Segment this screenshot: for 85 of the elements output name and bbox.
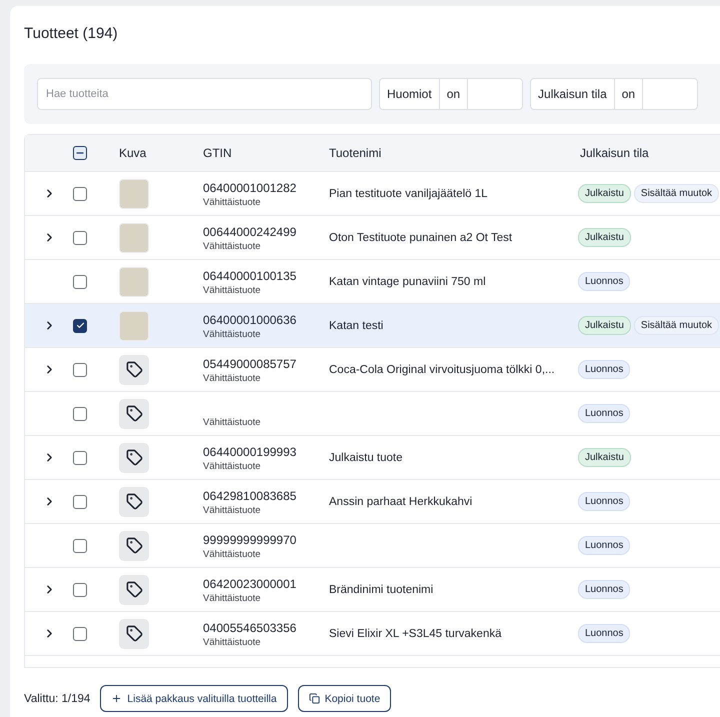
search-field[interactable]: Hae tuotteita <box>37 78 372 110</box>
status-badge: Julkaistu <box>578 228 631 247</box>
tag-icon <box>119 574 149 604</box>
row-checkbox[interactable] <box>73 582 87 596</box>
product-name: Oton Testituote punainen a2 Ot Test <box>329 232 512 244</box>
product-type: Vähittäistuote <box>203 328 262 342</box>
status-badge: Julkaistu <box>578 184 631 203</box>
select-all-checkbox[interactable] <box>73 146 87 160</box>
row-checkbox[interactable] <box>73 362 87 376</box>
gtin-text: 99999999999970 <box>203 532 298 548</box>
product-name: Katan vintage punaviini 750 ml <box>329 276 486 288</box>
photo-placeholder <box>119 222 149 252</box>
row-checkbox[interactable] <box>73 626 87 640</box>
product-name: Sievi Elixir XL +S3L45 turvakenkä <box>329 628 502 640</box>
copy-icon <box>308 693 320 704</box>
tag-icon <box>119 486 149 516</box>
status-badge: Luonnos <box>578 580 630 599</box>
product-type: Vähittäistuote <box>203 592 262 606</box>
product-type: Vähittäistuote <box>203 460 262 474</box>
column-header[interactable]: Kuva <box>119 146 146 160</box>
column-header[interactable]: Julkaisun tila <box>580 146 649 160</box>
filter-field[interactable]: Julkaisun tila on <box>530 78 698 110</box>
product-type: Vähittäistuote <box>203 548 262 562</box>
photo-placeholder <box>119 266 149 296</box>
status-badge: Luonnos <box>578 492 630 511</box>
column-header[interactable]: Tuotenimi <box>329 146 382 160</box>
photo-placeholder <box>119 178 149 208</box>
plus-icon <box>111 693 122 704</box>
gtin-text: 06440000199993 <box>203 444 298 460</box>
gtin-text: 06400001001282 <box>203 180 298 196</box>
gtin-text: 06429810083685 <box>203 488 298 504</box>
tag-icon <box>119 442 149 472</box>
product-name: Brändinimi tuotenimi <box>329 584 434 596</box>
product-name: Katan testi <box>329 320 384 332</box>
row-checkbox[interactable] <box>73 186 87 200</box>
gtin-text: 04005546503356 <box>203 620 298 636</box>
product-name: Anssin parhaat Herkkukahvi <box>329 496 472 508</box>
tag-icon <box>119 354 149 384</box>
row-checkbox[interactable] <box>73 230 87 244</box>
photo-placeholder <box>119 310 149 340</box>
product-type: Vähittäistuote <box>203 636 262 650</box>
product-type: Vähittäistuote <box>203 504 262 518</box>
status-badge: Sisältää muutok <box>634 184 720 203</box>
gtin-text: 06400001000636 <box>203 312 298 328</box>
filter-label: Huomiot <box>380 79 440 109</box>
status-badge: Luonnos <box>578 404 630 423</box>
page-title: Tuotteet (194) <box>24 24 119 44</box>
row-checkbox[interactable] <box>73 538 87 552</box>
column-header[interactable]: GTIN <box>203 146 232 160</box>
check-icon <box>76 321 84 330</box>
row-checkbox[interactable] <box>73 494 87 508</box>
filter-operator: on <box>614 79 644 109</box>
status-badge: Sisältää muutok <box>634 316 720 335</box>
add-package-button[interactable]: Lisää pakkaus valituilla tuotteilla <box>100 685 288 712</box>
status-badge: Luonnos <box>578 272 630 291</box>
filter-operator: on <box>440 79 468 109</box>
product-type: Vähittäistuote <box>203 240 262 254</box>
product-name: Julkaistu tuote <box>329 452 403 464</box>
tag-icon <box>119 530 149 560</box>
gtin-text: 06420023000001 <box>203 576 298 592</box>
product-row[interactable]: 06400001000636 Vähittäistuote Katan testi Julkaistu Sisältää muutok <box>25 304 720 348</box>
copy-button[interactable]: Kopioi tuote <box>298 685 392 712</box>
gtin-text: 00644000242499 <box>203 224 298 240</box>
row-checkbox[interactable] <box>73 274 87 288</box>
tag-icon <box>119 618 149 648</box>
row-checkbox[interactable] <box>73 406 87 420</box>
status-badge: Luonnos <box>578 536 630 555</box>
product-type: Vähittäistuote <box>203 416 262 430</box>
row-checkbox[interactable] <box>73 318 87 332</box>
product-type: Vähittäistuote <box>203 196 262 210</box>
status-badge: Julkaistu <box>578 448 631 467</box>
row-checkbox[interactable] <box>73 450 87 464</box>
filter-field[interactable]: Huomiot on <box>379 78 524 110</box>
product-type: Vähittäistuote <box>203 284 262 298</box>
status-badge: Julkaistu <box>578 316 631 335</box>
tag-icon <box>119 398 149 428</box>
gtin-text: 05449000085757 <box>203 356 298 372</box>
gtin-text: 06440000100135 <box>203 268 298 284</box>
filter-label: Julkaisun tila <box>531 79 615 109</box>
status-badge: Luonnos <box>578 624 630 643</box>
product-name: Coca-Cola Original virvoitusjuoma tölkki 0,... <box>329 364 555 376</box>
selected-count: Valittu: 1/194 <box>24 692 90 704</box>
product-name: Pian testituote vaniljajäätelö 1L <box>329 188 488 200</box>
product-type: Vähittäistuote <box>203 372 262 386</box>
status-badge: Luonnos <box>578 360 630 379</box>
